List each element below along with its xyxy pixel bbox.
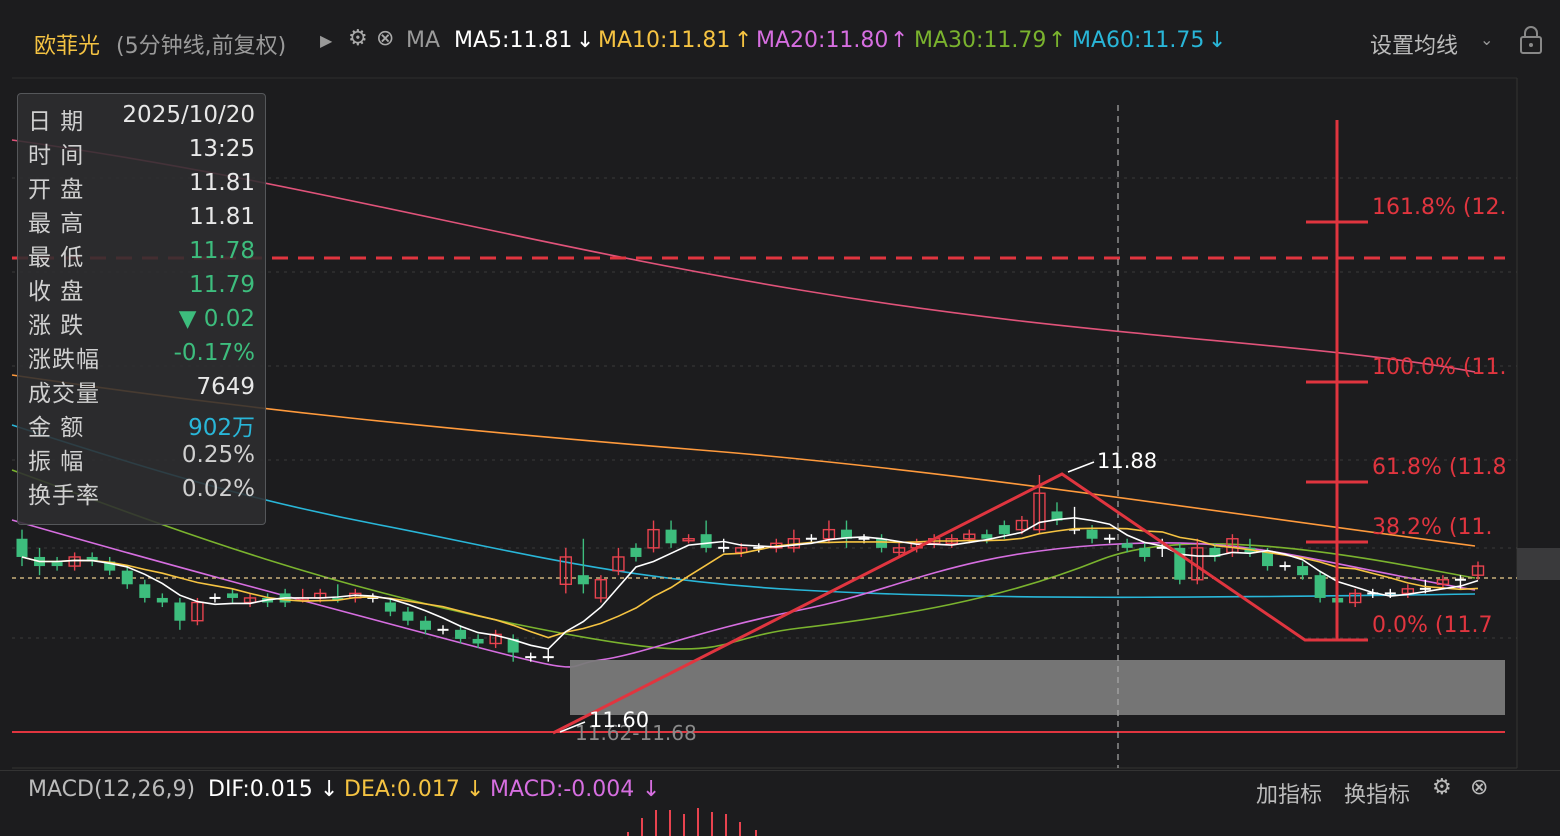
price-axis-tag <box>1517 548 1560 580</box>
info-value: 11.79 <box>189 272 255 298</box>
candle-down <box>1086 529 1098 539</box>
info-value: 902万 <box>188 415 255 441</box>
info-label: 金 额 <box>28 415 85 441</box>
candle-down <box>577 575 589 585</box>
fib-level-label: 100.0% (11. <box>1372 355 1506 380</box>
info-row: 收 盘 11.79 <box>18 272 265 306</box>
candle-down <box>998 525 1010 535</box>
fib-level-label: 0.0% (11.7 <box>1372 613 1492 638</box>
candle-down <box>665 529 677 544</box>
info-label: 振 幅 <box>28 449 85 475</box>
close-circle-icon[interactable]: ⊗ <box>1470 775 1488 800</box>
high-pointer <box>1067 461 1095 473</box>
candle-down <box>139 584 151 598</box>
info-value: 13:25 <box>188 136 255 162</box>
info-label: 最 低 <box>28 245 85 271</box>
candle-down <box>1261 552 1273 567</box>
info-label: 换手率 <box>28 483 100 509</box>
info-label: 成交量 <box>28 381 100 407</box>
fib-level-label: 161.8% (12. <box>1372 195 1506 220</box>
candle-down <box>156 597 168 603</box>
candle-down <box>174 602 186 621</box>
add-indicator-button[interactable]: 加指标 <box>1256 777 1322 809</box>
info-row: 金 额 902万 <box>18 408 265 442</box>
candle-down <box>455 629 467 639</box>
info-label: 涨跌幅 <box>28 347 100 373</box>
candle-down <box>1297 566 1309 576</box>
fib-level-label: 38.2% (11. <box>1372 515 1492 540</box>
macd-header: MACD(12,26,9) DIF:0.015 ↓ DEA:0.017 ↓ MA… <box>0 770 1560 811</box>
info-value: -0.17% <box>173 340 255 366</box>
dif-value: DIF:0.015 <box>208 777 313 802</box>
gear-icon[interactable]: ⚙ <box>1432 775 1452 800</box>
dif-arrow: ↓ <box>320 777 339 802</box>
info-label: 最 高 <box>28 211 85 237</box>
ohlc-info-panel: 日 期 2025/10/20 时 间 13:25 开 盘 11.81 最 高 11.81 最 低… <box>17 93 266 525</box>
dea-value: DEA:0.017 <box>344 777 460 802</box>
macd-value: MACD:-0.004 <box>490 777 635 802</box>
info-label: 收 盘 <box>28 279 85 305</box>
macd-title[interactable]: MACD(12,26,9) <box>28 777 195 802</box>
info-value: 7649 <box>196 374 255 400</box>
info-value: 11.81 <box>189 170 255 196</box>
candle-down <box>1314 575 1326 598</box>
info-value: 2025/10/20 <box>122 102 255 128</box>
info-row: 振 幅 0.25% <box>18 442 265 476</box>
candle-down <box>121 570 133 585</box>
info-row: 换手率 0.02% <box>18 476 265 510</box>
candle-down <box>1121 543 1133 548</box>
candle-down <box>700 534 712 548</box>
candle-down <box>1139 547 1151 557</box>
macd-arrow: ↓ <box>642 777 661 802</box>
switch-indicator-button[interactable]: 换指标 <box>1344 777 1410 809</box>
dea-arrow: ↓ <box>466 777 485 802</box>
info-label: 涨 跌 <box>28 313 85 339</box>
candle-down <box>419 620 431 630</box>
high-label: 11.88 <box>1097 449 1157 473</box>
info-row: 日 期 2025/10/20 <box>18 102 265 136</box>
info-row: 涨 跌 ▼ 0.02 <box>18 306 265 340</box>
fib-level-label: 61.8% (11.8 <box>1372 455 1506 480</box>
candle-down <box>384 602 396 612</box>
candle-down <box>630 547 642 557</box>
info-value: 11.78 <box>189 238 255 264</box>
candle-down <box>402 611 414 621</box>
info-label: 开 盘 <box>28 177 85 203</box>
info-label: 日 期 <box>28 109 85 135</box>
info-row: 成交量 7649 <box>18 374 265 408</box>
info-row: 开 盘 11.81 <box>18 170 265 204</box>
info-row: 最 高 11.81 <box>18 204 265 238</box>
candle-down <box>981 534 993 539</box>
low-label: 11.60 <box>589 708 649 732</box>
info-value: 0.25% <box>181 442 255 468</box>
range-box <box>570 660 1505 715</box>
info-row: 最 低 11.78 <box>18 238 265 272</box>
info-value: 0.02% <box>181 476 255 502</box>
info-value: ▼ 0.02 <box>178 306 255 332</box>
info-label: 时 间 <box>28 143 85 169</box>
info-row: 时 间 13:25 <box>18 136 265 170</box>
candle-down <box>472 638 484 644</box>
info-value: 11.81 <box>189 204 255 230</box>
candle-down <box>227 593 239 598</box>
info-row: 涨跌幅 -0.17% <box>18 340 265 374</box>
candle-down <box>16 538 28 557</box>
